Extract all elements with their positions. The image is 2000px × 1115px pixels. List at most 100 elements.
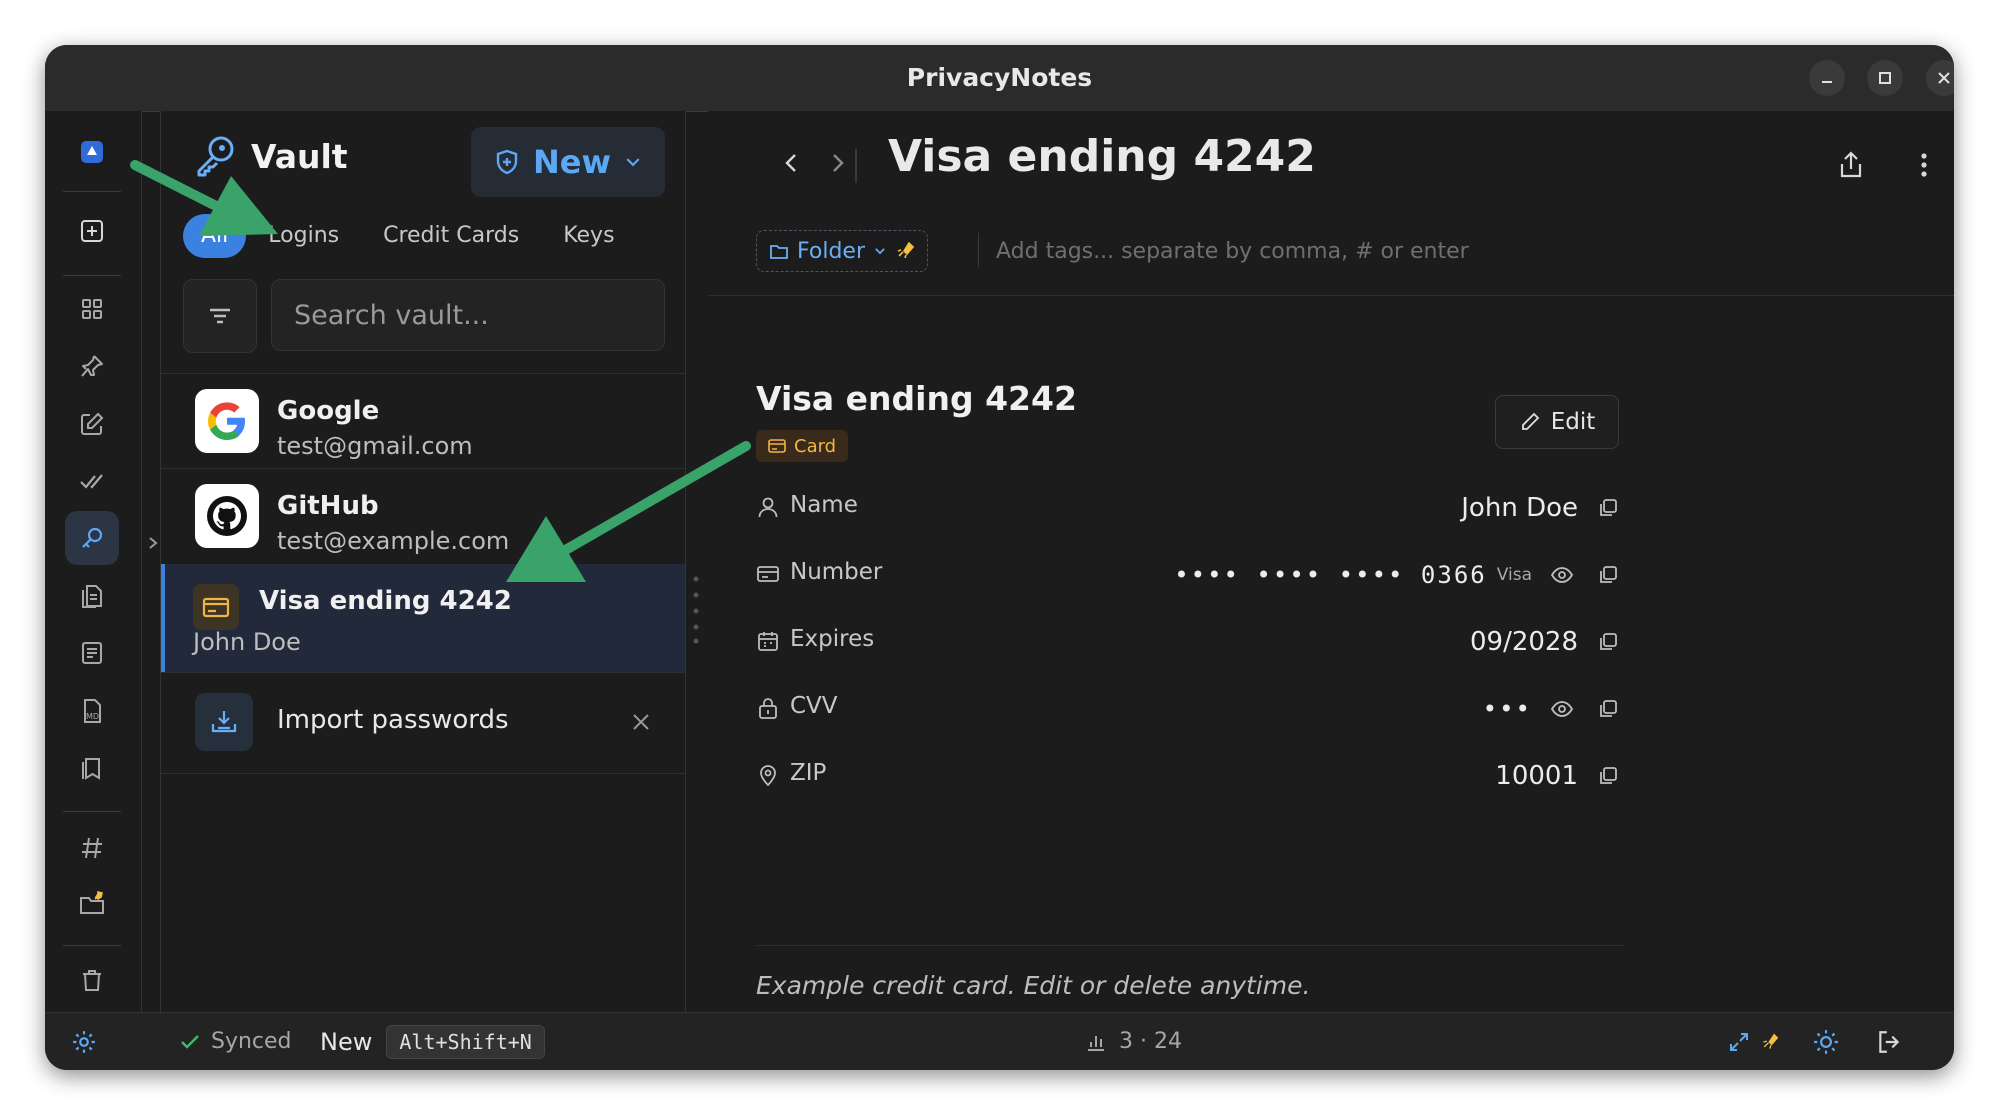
field-label: ZIP: [790, 760, 827, 786]
tasks-icon[interactable]: [65, 454, 119, 508]
app-logo-icon: [65, 125, 119, 179]
tab-all[interactable]: All: [183, 214, 247, 258]
tab-keys[interactable]: Keys: [541, 214, 636, 258]
list-item-google[interactable]: Google test@gmail.com: [161, 374, 685, 468]
credit-card-icon: [768, 439, 786, 453]
field-label: Expires: [790, 626, 875, 652]
tags-input[interactable]: [994, 227, 1698, 275]
pin-icon[interactable]: [65, 339, 119, 393]
documents-icon[interactable]: [65, 569, 119, 623]
back-arrow-icon[interactable]: [774, 145, 810, 181]
card-brand: Visa: [1496, 565, 1532, 585]
rocket-icon[interactable]: [1761, 1013, 1779, 1070]
field-number: Number •••• •••• •••• 0366 Visa: [756, 545, 1624, 605]
reveal-eye-icon[interactable]: [1546, 693, 1578, 725]
edit-note-icon[interactable]: [65, 397, 119, 451]
list-item-visa[interactable]: Visa ending 4242 John Doe: [161, 564, 685, 672]
document-title: Visa ending 4242: [888, 131, 1316, 182]
status-bar: Synced New Alt+Shift+N 3 · 24: [45, 1012, 1954, 1070]
chevron-down-icon: [626, 158, 640, 167]
copy-icon[interactable]: [1592, 760, 1624, 792]
stats-text: 3 · 24: [1119, 1029, 1182, 1054]
reveal-eye-icon[interactable]: [1546, 559, 1578, 591]
lock-icon: [756, 696, 780, 720]
vault-key-icon[interactable]: [65, 511, 119, 565]
tab-credit-cards[interactable]: Credit Cards: [361, 214, 541, 258]
expand-icon[interactable]: [1728, 1013, 1750, 1070]
title-bar: PrivacyNotes: [45, 45, 1954, 112]
field-label: Name: [790, 492, 858, 518]
copy-icon[interactable]: [1592, 693, 1624, 725]
close-button[interactable]: [1926, 60, 1954, 96]
shield-icon: [496, 149, 518, 175]
item-name: Google: [277, 396, 380, 426]
app-title: PrivacyNotes: [906, 63, 1093, 92]
chevron-down-icon: [875, 248, 885, 255]
dismiss-import-icon[interactable]: [627, 708, 655, 736]
dashboard-icon[interactable]: [65, 282, 119, 336]
vault-list-panel: Vault New All Logins Credit Cards Keys S…: [160, 111, 686, 1013]
vault-header: Vault New: [161, 111, 685, 215]
theme-sun-icon[interactable]: [1813, 1013, 1839, 1070]
field-zip: ZIP 10001: [756, 746, 1624, 806]
stats-chart-icon: [1088, 1035, 1104, 1051]
more-options-icon[interactable]: [1904, 145, 1944, 185]
import-label: Import passwords: [277, 705, 509, 735]
card-type-badge: Card: [756, 430, 849, 462]
key-icon: [197, 136, 234, 177]
copy-icon[interactable]: [1592, 492, 1624, 524]
new-button-label: New: [532, 143, 612, 181]
shortcut-kbd: Alt+Shift+N: [386, 1024, 545, 1059]
item-subtitle: test@gmail.com: [277, 432, 473, 460]
share-icon[interactable]: [1831, 145, 1871, 185]
field-label: Number: [790, 559, 883, 585]
copy-icon[interactable]: [1592, 626, 1624, 658]
pencil-icon: [1521, 412, 1539, 430]
filter-icon: [210, 308, 230, 324]
settings-gear-icon[interactable]: [71, 1013, 97, 1070]
copy-icon[interactable]: [1592, 559, 1624, 591]
rocket-icon: [897, 241, 915, 259]
forward-arrow-icon[interactable]: [819, 145, 855, 181]
field-label: CVV: [790, 693, 838, 719]
masked-cvv: •••: [1482, 695, 1532, 723]
folder-icon: [770, 245, 788, 259]
import-passwords-row[interactable]: Import passwords: [161, 673, 685, 773]
card-title: Visa ending 4242: [756, 379, 1077, 418]
maximize-icon: [1879, 72, 1891, 84]
notes-list-icon[interactable]: [65, 626, 119, 680]
maximize-button[interactable]: [1867, 60, 1903, 96]
svg-text:MD: MD: [86, 712, 99, 721]
folder-icon[interactable]: [65, 877, 119, 931]
check-icon: [181, 1034, 199, 1049]
minimize-button[interactable]: [1809, 60, 1845, 96]
vault-title: Vault: [251, 137, 348, 176]
location-pin-icon: [756, 763, 780, 787]
list-item-github[interactable]: GitHub test@example.com: [161, 469, 685, 563]
search-input[interactable]: [271, 279, 665, 351]
new-note-icon[interactable]: [65, 204, 119, 258]
badge-label: Card: [794, 435, 837, 457]
bookmarks-icon[interactable]: [65, 741, 119, 795]
sync-status: Synced: [179, 1013, 292, 1070]
credit-card-icon: [756, 562, 780, 586]
new-item-button[interactable]: New: [471, 127, 665, 197]
edit-button[interactable]: Edit: [1495, 395, 1619, 449]
field-value: 10001: [1495, 761, 1578, 791]
vault-tabs: All Logins Credit Cards Keys: [183, 214, 637, 258]
folder-selector[interactable]: Folder: [756, 230, 928, 272]
tag-bar: Folder: [708, 215, 1954, 296]
markdown-file-icon[interactable]: MD: [65, 684, 119, 738]
filter-button[interactable]: [183, 279, 257, 353]
logout-icon[interactable]: [1876, 1013, 1902, 1070]
tab-logins[interactable]: Logins: [246, 214, 361, 258]
resize-handle-icon[interactable]: [692, 573, 700, 645]
card-notes: Example credit card. Edit or delete anyt…: [756, 971, 1311, 1000]
close-icon: [1938, 72, 1950, 84]
calendar-icon: [756, 629, 780, 653]
tags-hash-icon[interactable]: [65, 821, 119, 875]
folder-label: Folder: [797, 238, 865, 264]
trash-icon[interactable]: [65, 953, 119, 1007]
github-logo-icon: [195, 484, 259, 548]
new-shortcut-hint[interactable]: New Alt+Shift+N: [320, 1013, 545, 1070]
